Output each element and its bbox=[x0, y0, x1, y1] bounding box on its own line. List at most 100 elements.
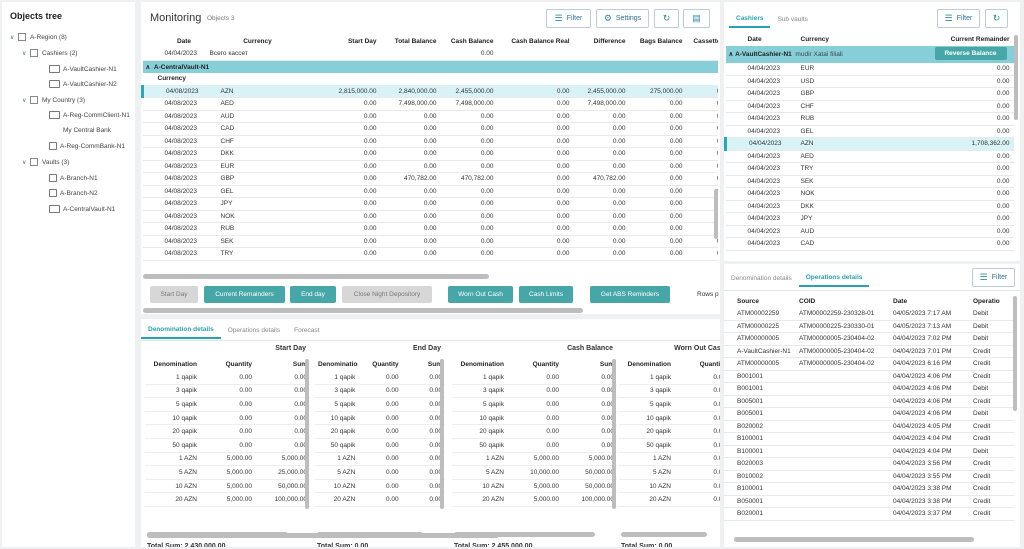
tree-node-vault-cashier-n1[interactable]: A-VaultCashier-N1 bbox=[49, 63, 117, 75]
table-row[interactable]: 04/04/2023 AZN 1,708,362.00 bbox=[724, 137, 1014, 151]
start-day-button[interactable]: Start Day bbox=[150, 286, 198, 303]
table-row[interactable]: 20 qapik0.00 bbox=[619, 424, 720, 439]
table-row[interactable]: 04/04/2023 GBP 0.00 bbox=[725, 87, 1014, 101]
table-row[interactable]: 04/08/2023 AZN 2,815,000.00 2,840,000.00 2,4… bbox=[141, 85, 718, 98]
table-row[interactable]: 5 AZN 0.00 0.00 bbox=[315, 465, 445, 480]
col-header[interactable]: Denomination bbox=[619, 358, 674, 371]
table-row[interactable]: 5 AZN 5,000.00 25,000.00 bbox=[145, 465, 310, 480]
tree-node-vaults[interactable]: ∨ Vaults (3) bbox=[22, 156, 69, 168]
table-row[interactable]: B100001 04/04/2023 4:04 PM Debit bbox=[724, 445, 1014, 458]
table-row[interactable]: 20 AZN0.00 bbox=[619, 492, 720, 507]
table-row[interactable]: B020001 04/04/2023 3:37 PM Credit bbox=[724, 507, 1014, 521]
refresh-button[interactable]: ↻ bbox=[654, 9, 679, 28]
col-header[interactable]: Sum bbox=[255, 358, 310, 371]
horizontal-scrollbar[interactable] bbox=[734, 537, 974, 542]
table-row[interactable]: 10 AZN 5,000.00 50,000.00 bbox=[452, 479, 617, 494]
table-row[interactable]: 04/04/2023 GEL 0.00 bbox=[725, 125, 1014, 138]
vertical-scrollbar[interactable] bbox=[440, 359, 444, 509]
table-row[interactable]: 04/08/2023JPY0.000.000.000.000.000.000 bbox=[142, 197, 718, 211]
table-row[interactable]: ATM00000005 ATM00000005-230404-02 04/04/20… bbox=[724, 332, 1014, 346]
table-row[interactable]: 04/04/2023 EUR 0.00 bbox=[725, 62, 1014, 76]
table-row[interactable]: 04/04/2023 AUD 0.00 bbox=[725, 225, 1014, 238]
vertical-scrollbar[interactable] bbox=[1014, 35, 1018, 120]
col-header[interactable]: Sum bbox=[562, 358, 617, 371]
col-header[interactable]: Date bbox=[726, 33, 798, 46]
table-row[interactable]: B100001 04/04/2023 4:04 PM Credit bbox=[724, 432, 1014, 446]
col-header[interactable]: Currency bbox=[798, 33, 858, 46]
table-row[interactable]: ATM00000225 ATM00000225-230330-01 04/05/20… bbox=[724, 320, 1014, 333]
tree-node-vault-cashier-n2[interactable]: A-VaultCashier-N2 bbox=[49, 78, 117, 90]
table-row[interactable]: B001001 04/04/2023 4:06 PM Debit bbox=[724, 382, 1014, 396]
table-row[interactable]: 5 qapik0.00 bbox=[619, 397, 720, 412]
table-row[interactable]: 04/08/2023AUD0.000.000.000.000.000.000 bbox=[142, 110, 718, 123]
group-row-vault-cashier[interactable]: ∧ A-VaultCashier-N1 mudir Xatai filiali … bbox=[725, 45, 1014, 63]
tree-node-a-region[interactable]: ∨ A-Region (8) bbox=[10, 31, 67, 43]
tab-denomination-details[interactable]: Denomination details bbox=[724, 269, 799, 287]
table-row[interactable]: 10 qapik0.00 bbox=[619, 411, 720, 426]
tab-denomination-details[interactable]: Denomination details bbox=[141, 321, 221, 339]
col-header[interactable]: Date bbox=[143, 35, 207, 48]
vertical-scrollbar[interactable] bbox=[714, 189, 718, 239]
col-header[interactable]: Cash Balance Real bbox=[497, 35, 573, 48]
tree-node-central-vault[interactable]: A-CentralVault-N1 bbox=[49, 203, 115, 215]
tab-sub-vaults[interactable]: Sub vaults bbox=[770, 10, 814, 28]
table-row[interactable]: 04/08/2023EUR0.000.000.000.000.000.000 bbox=[142, 160, 718, 173]
table-row[interactable]: 04/04/2023 CAD 0.00 bbox=[725, 237, 1014, 251]
table-row[interactable]: 04/08/2023GEL0.000.000.000.000.000.000 bbox=[142, 185, 718, 198]
table-row[interactable]: 20 AZN 5,000.00 100,000.00 bbox=[452, 492, 617, 507]
horizontal-scrollbar[interactable] bbox=[147, 533, 499, 538]
table-row[interactable]: 04/04/2023 NOK 0.00 bbox=[725, 187, 1014, 201]
tab-operations-details[interactable]: Operations details bbox=[798, 269, 870, 287]
checkbox[interactable] bbox=[30, 49, 38, 57]
col-header[interactable]: Operatio bbox=[970, 295, 1014, 308]
table-row[interactable]: 5 qapik 0.00 0.00 bbox=[452, 397, 617, 412]
tree-node-reg-commbank[interactable]: A-Reg-CommBank-N1 bbox=[49, 140, 125, 152]
table-row[interactable]: 04/08/2023 GBP 0.00 470,782.00 470,782.00 0.0… bbox=[142, 172, 718, 186]
table-row[interactable]: 1 AZN 5,000.00 5,000.00 bbox=[145, 452, 310, 467]
table-row[interactable]: B005001 04/04/2023 4:06 PM Credit bbox=[724, 395, 1014, 408]
horizontal-scrollbar[interactable] bbox=[143, 308, 583, 313]
table-row[interactable]: 1 AZN 5,000.00 5,000.00 bbox=[452, 452, 617, 467]
tree-node-cashiers[interactable]: ∨ Cashiers (2) bbox=[22, 47, 77, 59]
table-row[interactable]: 04/08/2023 AED 0.00 7,498,000.00 7,498,000.0… bbox=[142, 97, 718, 111]
col-header[interactable]: Denomination bbox=[315, 358, 358, 371]
horizontal-scrollbar[interactable] bbox=[143, 274, 489, 279]
table-row[interactable]: 3 qapik 0.00 0.00 bbox=[452, 384, 617, 399]
chevron-down-icon[interactable]: ∨ bbox=[22, 159, 30, 166]
cashiers-refresh-button[interactable]: ↻ bbox=[985, 9, 1008, 28]
table-row[interactable]: 04/08/2023CAD0.000.000.000.000.000.000 bbox=[142, 122, 718, 136]
tree-node-my-country[interactable]: ∨ My Country (3) bbox=[22, 94, 85, 106]
table-row[interactable]: 04/08/2023TRY0.000.000.000.000.000.000 bbox=[142, 247, 718, 261]
table-row[interactable]: 3 qapik0.00 bbox=[619, 384, 720, 399]
end-day-button[interactable]: End day bbox=[290, 286, 336, 303]
table-row[interactable]: 10 AZN 0.00 0.00 bbox=[315, 479, 445, 494]
table-row[interactable]: A-VaultCashier-N1 ATM00000005-230404-02 04… bbox=[724, 345, 1014, 358]
table-row[interactable]: 1 AZN 0.00 0.00 bbox=[315, 452, 445, 467]
chevron-up-icon[interactable]: ∧ bbox=[146, 64, 151, 71]
table-row[interactable]: 04/08/2023SEK0.000.000.000.000.000.000 bbox=[142, 235, 718, 248]
table-row[interactable]: 50 qapik 0.00 0.00 bbox=[145, 438, 310, 453]
table-row[interactable]: 04/04/2023 SEK 0.00 bbox=[725, 175, 1014, 188]
col-header[interactable]: Date bbox=[890, 295, 970, 308]
table-row[interactable]: B020003 04/04/2023 3:56 PM Credit bbox=[724, 457, 1014, 471]
table-row[interactable]: 04/04/2023 CHF 0.00 bbox=[725, 100, 1014, 113]
tree-node-branch-n2[interactable]: A-Branch-N2 bbox=[49, 187, 98, 199]
col-header[interactable]: Denomination bbox=[452, 358, 507, 371]
cashiers-filter-button[interactable]: ☰ Filter bbox=[937, 9, 980, 28]
col-header[interactable]: Quantity bbox=[674, 358, 720, 371]
chevron-down-icon[interactable]: ∨ bbox=[10, 34, 18, 41]
table-row[interactable]: 10 AZN0.00 bbox=[619, 479, 720, 494]
table-row[interactable]: 04/08/2023RUB0.000.000.000.000.000.000 bbox=[142, 222, 718, 236]
table-row[interactable]: 20 qapik 0.00 0.00 bbox=[315, 424, 445, 439]
table-row[interactable]: B001001 04/04/2023 4:06 PM Credit bbox=[724, 370, 1014, 383]
table-row[interactable]: 50 qapik 0.00 0.00 bbox=[315, 438, 445, 453]
close-night-depository-button[interactable]: Close Night Depository bbox=[342, 286, 432, 303]
table-row[interactable]: B005001 04/04/2023 4:06 PM Debit bbox=[724, 407, 1014, 421]
col-header[interactable]: Source bbox=[724, 295, 796, 308]
table-row[interactable]: 5 qapik 0.00 0.00 bbox=[145, 397, 310, 412]
col-header[interactable]: Cassette bbox=[686, 35, 718, 48]
tab-cashiers[interactable]: Cashiers bbox=[729, 10, 771, 28]
table-row[interactable]: 20 AZN 0.00 0.00 bbox=[315, 492, 445, 507]
checkbox[interactable] bbox=[30, 96, 38, 104]
table-row[interactable]: 5 AZN 10,000.00 50,000.00 bbox=[452, 465, 617, 480]
